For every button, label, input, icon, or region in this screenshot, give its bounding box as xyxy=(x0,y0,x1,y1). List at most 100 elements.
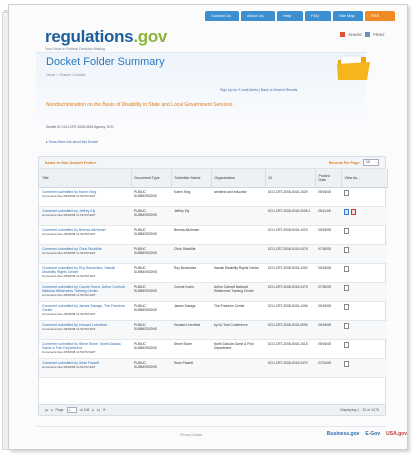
nav-faq[interactable]: FAQ xyxy=(305,11,331,21)
comment-due: Comments Due 08/18/08 11:59 PM EDT xyxy=(42,193,96,198)
refresh-icon[interactable]: ⟳ xyxy=(103,408,106,412)
nav-site-map[interactable]: Site Map xyxy=(333,11,363,21)
cell-id: DOJ-CRT-2008-0015-0995 xyxy=(265,320,315,340)
share-tools: SHARE PRINT xyxy=(340,32,385,37)
display-count: Displaying 1 - 10 of 1076 xyxy=(340,408,379,412)
page-label: Page xyxy=(55,408,64,412)
document-icon[interactable] xyxy=(344,208,349,215)
docket-table: Title Document Type Submitter Name Organ… xyxy=(39,169,388,378)
cell-posted-date: 09/16/08 xyxy=(315,301,341,321)
cell-view-as xyxy=(341,301,387,321)
records-per-page-select[interactable]: 10 xyxy=(363,159,379,166)
cell-submitter: Steve Stone xyxy=(171,339,211,359)
cell-organization: North Dakota Game & Fish Department xyxy=(211,339,265,359)
document-icon[interactable] xyxy=(344,322,349,329)
cell-view-as xyxy=(341,206,387,226)
comment-link[interactable]: Comment submitted by James Savage, The F… xyxy=(42,304,128,312)
document-icon[interactable] xyxy=(344,360,349,367)
cell-view-as xyxy=(341,358,387,378)
cell-posted-date: 07/31/08 xyxy=(315,358,341,378)
share-link[interactable]: SHARE xyxy=(348,32,362,37)
cell-title: Comment submitted by Connie Kuers, Arthu… xyxy=(39,282,131,302)
document-icon[interactable] xyxy=(344,189,349,196)
table-row: Comment submitted by Howard Lerenthal Com… xyxy=(39,320,387,340)
cell-title: Comment submitted by Steve Stone, North … xyxy=(39,339,131,359)
cell-submitter: Roy Benavides xyxy=(171,263,211,283)
comment-link[interactable]: Comment submitted by Connie Kuers, Arthu… xyxy=(42,285,128,293)
column-id[interactable]: ID xyxy=(265,169,316,188)
table-row: Comment submitted by Steve Stone, North … xyxy=(39,339,387,359)
comment-due: Comments Due 08/18/08 11:59 PM EDT xyxy=(42,311,96,316)
share-icon[interactable] xyxy=(340,32,346,37)
nav-rss[interactable]: RSS xyxy=(365,11,395,21)
column-document-type[interactable]: Document Type xyxy=(131,169,172,188)
prev-page-button[interactable]: ◂ xyxy=(51,408,53,412)
cell-id: DOJ-CRT-2008-0015-0006.1 xyxy=(265,206,315,226)
document-icon[interactable] xyxy=(344,246,349,253)
comment-link[interactable]: Comment submitted by Roy Benavides, Hawa… xyxy=(42,266,128,274)
docket-items-panel: Items in this Docket Folder Records Per … xyxy=(38,156,388,416)
first-page-button[interactable]: |◂ xyxy=(45,408,48,412)
email-alerts-link[interactable]: Sign Up for E-mail Alerts | Back to Sear… xyxy=(220,88,297,92)
cell-view-as xyxy=(341,244,387,264)
cell-document-type: PUBLIC SUBMISSIONS xyxy=(131,187,171,207)
cell-posted-date: 09/16/08 xyxy=(315,339,341,359)
cell-posted-date: 09/16/08 xyxy=(315,320,341,340)
cell-view-as xyxy=(341,263,387,283)
comment-due: Comments Due 08/18/08 11:59 PM EDT xyxy=(42,326,96,331)
cell-view-as xyxy=(341,225,387,245)
privacy-notice-link[interactable]: Privacy Notice xyxy=(180,433,202,437)
print-link[interactable]: PRINT xyxy=(373,32,385,37)
pagination-bar: |◂ ◂ Page 1 of 108 ▸ ▸| ⟳ Displaying 1 -… xyxy=(39,404,385,415)
document-icon[interactable] xyxy=(344,265,349,272)
pdf-icon[interactable] xyxy=(351,208,356,215)
last-page-button[interactable]: ▸| xyxy=(97,408,100,412)
docket-meta: Docket ID: DOJ-CRT-2008-0015 Agency: DOJ xyxy=(46,125,114,129)
cell-organization: The Freedom Center xyxy=(211,301,265,321)
cell-id: DOJ-CRT-2008-0015-1023 xyxy=(265,225,315,245)
partner-egov[interactable]: E-Gov xyxy=(365,431,380,437)
cell-submitter: Jeffrey Ely xyxy=(171,206,211,226)
column-submitter-name[interactable]: Submitter Name xyxy=(171,169,212,188)
column-title[interactable]: Title xyxy=(39,169,132,188)
cell-submitter: Sean Paulett xyxy=(171,358,211,378)
cell-document-type: PUBLIC SUBMISSIONS xyxy=(131,358,171,378)
cell-id: DOJ-CRT-2008-0015-1015 xyxy=(265,339,315,359)
document-icon[interactable] xyxy=(344,341,349,348)
records-per-page: Records Per Page: 10 xyxy=(329,159,379,166)
table-row: Comment submitted by Sean Paulett Comment… xyxy=(39,358,387,378)
cell-id: DOJ-CRT-2008-0015-1006 xyxy=(265,301,315,321)
cell-title: Comment submitted by Sean Paulett Comment… xyxy=(39,358,131,378)
cell-title: Comment submitted by Howard Lerenthal Com… xyxy=(39,320,131,340)
comment-due: Comments Due 08/18/08 11:59 PM EDT xyxy=(42,212,96,217)
comment-link[interactable]: Comment submitted by Steve Stone, North … xyxy=(42,342,128,350)
comment-due: Comments Due 08/18/08 11:59 PM EDT xyxy=(42,273,96,278)
document-icon[interactable] xyxy=(344,284,349,291)
column-organization[interactable]: Organization xyxy=(211,169,266,188)
next-page-button[interactable]: ▸ xyxy=(92,408,94,412)
document-icon[interactable] xyxy=(344,303,349,310)
cell-submitter: James Savage xyxy=(171,301,211,321)
top-navigation: Contact Us About Us Help FAQ Site Map RS… xyxy=(205,11,395,21)
cell-title: Comment submitted by Brenda Aitchman Comm… xyxy=(39,225,131,245)
cell-posted-date: 09/11/08 xyxy=(315,206,341,226)
site-logo[interactable]: regulations.gov Your Voice in Federal De… xyxy=(45,27,167,51)
cell-organization: Hawaii Disability Rights Center xyxy=(211,263,265,283)
breadcrumb[interactable]: Home > Search > Docket xyxy=(46,73,85,77)
cell-document-type: PUBLIC SUBMISSIONS xyxy=(131,263,171,283)
nav-help[interactable]: Help xyxy=(277,11,303,21)
print-icon[interactable] xyxy=(365,32,370,37)
comment-due: Comments Due 08/18/08 11:59 PM EDT xyxy=(42,231,96,236)
column-posted-date[interactable]: Posted Date xyxy=(315,169,342,188)
partner-usa-gov[interactable]: USA.gov xyxy=(386,431,407,437)
partner-business-gov[interactable]: Business.gov xyxy=(327,431,360,437)
document-icon[interactable] xyxy=(344,227,349,234)
page-number-input[interactable]: 1 xyxy=(66,407,77,413)
nav-contact-us[interactable]: Contact Us xyxy=(205,11,239,21)
nav-about-us[interactable]: About Us xyxy=(241,11,275,21)
cell-view-as xyxy=(341,339,387,359)
column-view-as: View As... xyxy=(341,169,388,188)
cell-posted-date: 09/16/08 xyxy=(315,263,341,283)
comment-due: Comments Due 08/18/08 11:59 PM EDT xyxy=(42,292,96,297)
show-more-link[interactable]: ▸ Show More Info about this Docket xyxy=(46,140,98,144)
